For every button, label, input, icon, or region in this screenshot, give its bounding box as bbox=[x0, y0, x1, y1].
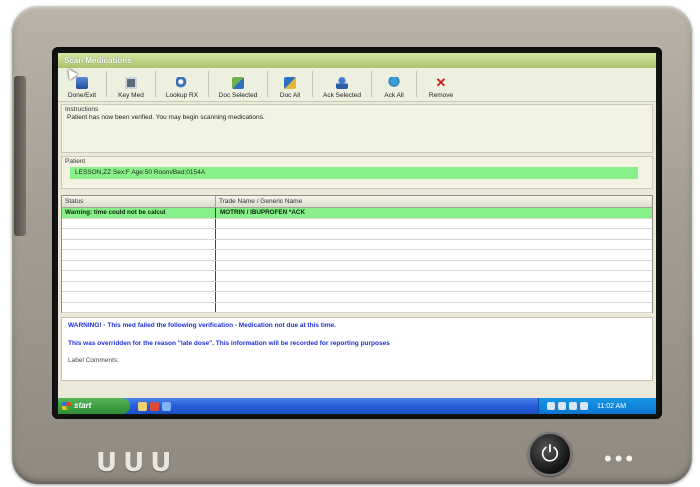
toolbar-separator bbox=[155, 71, 156, 97]
clock: 11:02 AM bbox=[597, 402, 627, 410]
indicator-dots: ••• bbox=[604, 446, 637, 471]
folder-icon[interactable] bbox=[138, 401, 147, 411]
table-row[interactable] bbox=[62, 271, 652, 282]
door-exit-icon bbox=[76, 77, 88, 89]
table-row[interactable] bbox=[62, 218, 652, 229]
red-x-icon: ✕ bbox=[435, 75, 447, 90]
table-row[interactable] bbox=[62, 260, 652, 271]
document-all-icon bbox=[284, 77, 296, 89]
power-button[interactable]: ⏻ bbox=[528, 432, 572, 476]
key-med-button[interactable]: Key Med bbox=[111, 69, 151, 99]
table-row[interactable] bbox=[62, 250, 652, 261]
magnifier-icon bbox=[176, 77, 188, 89]
ack-selected-button[interactable]: Ack Selected bbox=[317, 69, 367, 99]
lookup-rx-button[interactable]: Lookup RX bbox=[160, 69, 204, 99]
override-message: This was overridden for the reason "late… bbox=[68, 340, 390, 347]
warning-panel: WARNING! - This med failed the following… bbox=[61, 317, 653, 381]
medication-grid: Status Trade Name / Generic Name Warning… bbox=[61, 195, 653, 313]
row-status: Warning: time could not be calcul bbox=[62, 208, 216, 218]
toolbar-separator bbox=[267, 71, 268, 97]
tray-network-icon[interactable] bbox=[547, 402, 555, 410]
doc-all-button[interactable]: Doc All bbox=[272, 69, 308, 99]
table-row[interactable] bbox=[62, 292, 652, 303]
patient-panel: Patient LESSON,ZZ Sex:F Age:50 Room/Bed:… bbox=[61, 156, 653, 189]
keyboard-icon bbox=[125, 77, 137, 89]
toolbar-separator bbox=[106, 71, 107, 97]
window-title: Scan Medications bbox=[58, 53, 656, 68]
tray-battery-icon[interactable] bbox=[580, 402, 588, 410]
browser-icon[interactable] bbox=[162, 401, 171, 411]
table-row[interactable] bbox=[62, 229, 652, 240]
side-port bbox=[14, 76, 26, 236]
instructions-caption: Instructions bbox=[65, 106, 99, 113]
taskbar: start 11:02 AM bbox=[58, 398, 656, 414]
globe-ack-icon bbox=[388, 77, 400, 89]
start-button[interactable]: start bbox=[58, 398, 130, 414]
media-icon[interactable] bbox=[150, 401, 159, 411]
label-comments-label: Label Comments: bbox=[68, 357, 119, 364]
table-row[interactable] bbox=[62, 281, 652, 292]
grid-header: Status Trade Name / Generic Name bbox=[62, 196, 652, 208]
doc-selected-button[interactable]: Doc Selected bbox=[213, 69, 263, 99]
tray-volume-icon[interactable] bbox=[558, 402, 566, 410]
table-row[interactable]: Warning: time could not be calcul MOTRIN… bbox=[62, 208, 652, 219]
instructions-text: Patient has now been verified. You may b… bbox=[67, 114, 265, 121]
toolbar-separator bbox=[208, 71, 209, 97]
column-header-trade-name[interactable]: Trade Name / Generic Name bbox=[216, 196, 652, 207]
document-select-icon bbox=[232, 77, 244, 89]
person-ack-icon bbox=[336, 77, 348, 89]
instructions-panel: Instructions Patient has now been verifi… bbox=[61, 104, 653, 153]
patient-caption: Patient bbox=[65, 158, 86, 165]
system-tray: 11:02 AM bbox=[538, 398, 656, 414]
patient-info: LESSON,ZZ Sex:F Age:50 Room/Bed:0154A bbox=[70, 167, 638, 179]
table-row[interactable] bbox=[62, 302, 652, 313]
toolbar: Done/Exit Key Med Lookup RX Doc Selected… bbox=[58, 68, 656, 102]
screen: Scan Medications Done/Exit Key Med Looku… bbox=[58, 53, 656, 414]
power-icon: ⏻ bbox=[541, 441, 559, 466]
toolbar-separator bbox=[371, 71, 372, 97]
quick-launch bbox=[138, 401, 171, 411]
warning-message: WARNING! - This med failed the following… bbox=[68, 322, 336, 329]
table-row[interactable] bbox=[62, 239, 652, 250]
device-logo: UUU bbox=[96, 448, 178, 478]
column-header-status[interactable]: Status bbox=[62, 196, 216, 207]
tray-security-icon[interactable] bbox=[569, 402, 577, 410]
windows-flag-icon bbox=[62, 402, 71, 410]
toolbar-separator bbox=[312, 71, 313, 97]
remove-button[interactable]: ✕ Remove bbox=[421, 69, 461, 99]
toolbar-separator bbox=[416, 71, 417, 97]
ack-all-button[interactable]: Ack All bbox=[376, 69, 412, 99]
row-trade-name: MOTRIN / IBUPROFEN *ACK bbox=[220, 209, 306, 216]
